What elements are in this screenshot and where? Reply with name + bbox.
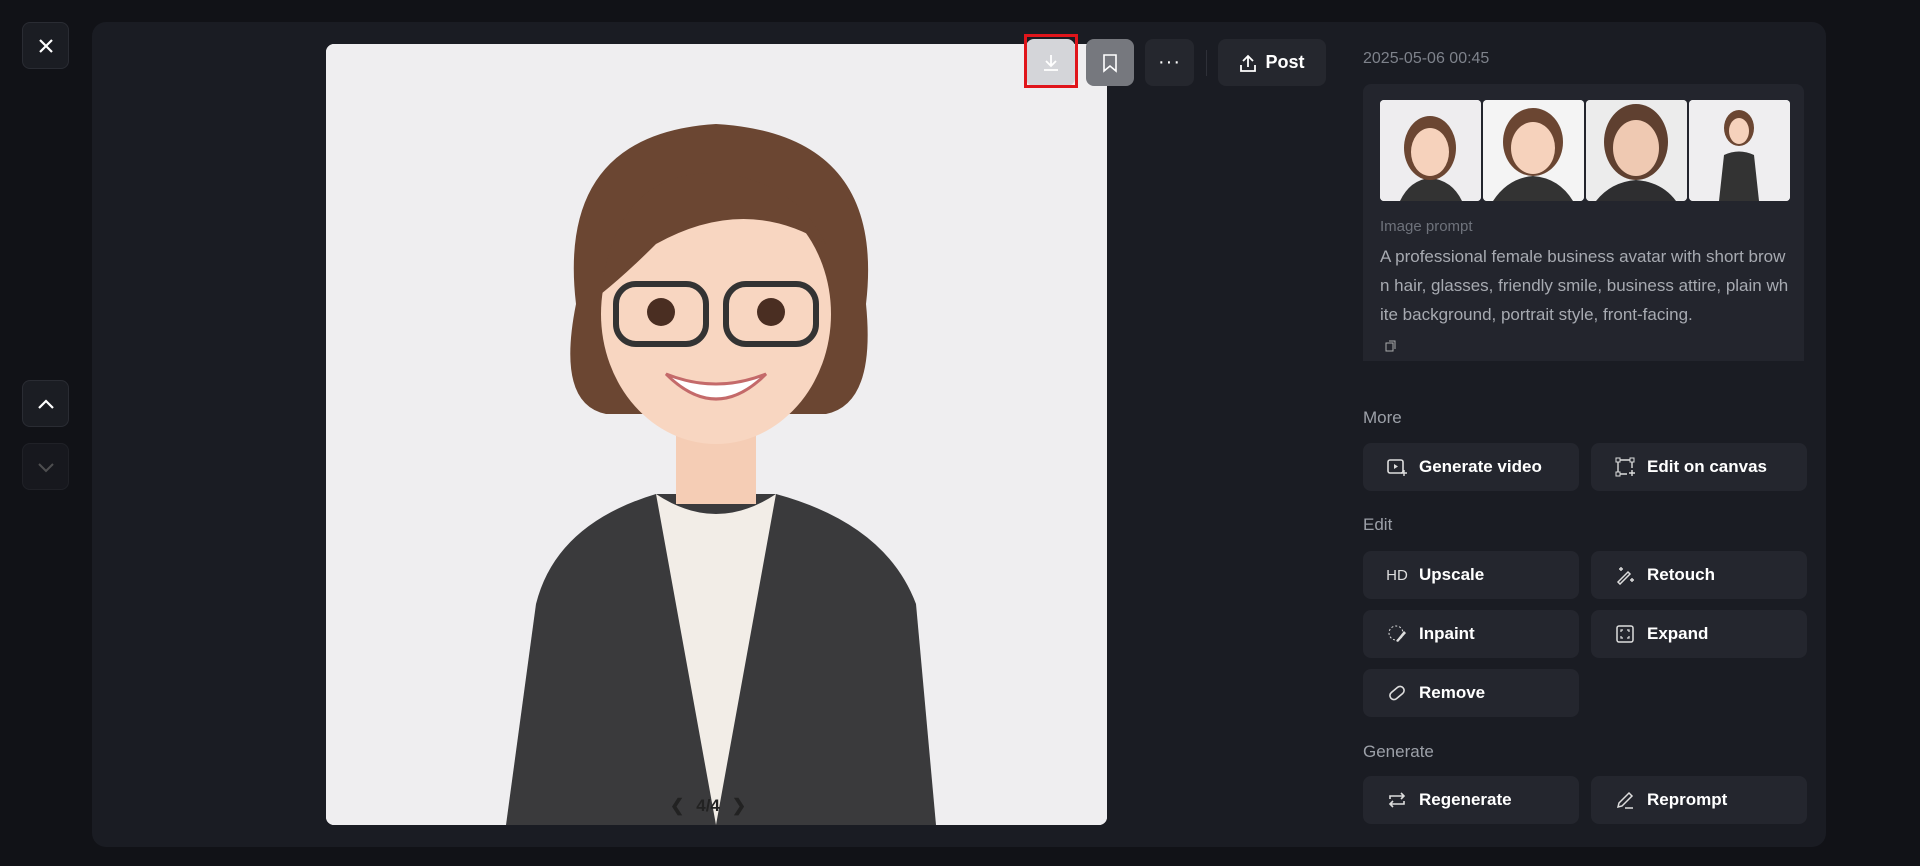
button-label: Retouch xyxy=(1647,565,1715,584)
button-label: Inpaint xyxy=(1419,624,1475,643)
more-dots-icon: ··· xyxy=(1158,51,1181,73)
section-edit-label: Edit xyxy=(1363,515,1393,534)
more-options-button[interactable]: ··· xyxy=(1145,39,1194,86)
eraser-bandage-icon xyxy=(1385,683,1409,703)
page-indicator: 4/4 xyxy=(696,796,720,815)
previous-button[interactable] xyxy=(22,380,69,427)
generated-image: ❮ 4/4 ❯ xyxy=(326,44,1107,825)
chevron-down-icon xyxy=(37,462,54,472)
chevron-up-icon xyxy=(37,398,54,409)
regenerate-button[interactable]: Regenerate xyxy=(1363,776,1579,824)
next-image-button[interactable]: ❯ xyxy=(732,796,746,816)
inpaint-brush-icon xyxy=(1385,624,1409,644)
hd-icon: HD xyxy=(1386,566,1408,584)
button-label: Expand xyxy=(1647,624,1709,643)
edit-on-canvas-button[interactable]: Edit on canvas xyxy=(1591,443,1807,491)
reprompt-button[interactable]: Reprompt xyxy=(1591,776,1807,824)
inpaint-button[interactable]: Inpaint xyxy=(1363,610,1579,658)
thumbnail-3[interactable] xyxy=(1586,100,1687,201)
copy-icon[interactable] xyxy=(1385,340,1397,352)
close-icon xyxy=(38,38,53,53)
creation-date: 2025-05-06 00:45 xyxy=(1363,50,1490,67)
image-pagination: ❮ 4/4 ❯ xyxy=(670,796,746,816)
repeat-icon xyxy=(1385,791,1409,809)
button-label: Generate video xyxy=(1419,457,1542,476)
next-button[interactable] xyxy=(22,443,69,490)
generate-video-button[interactable]: Generate video xyxy=(1363,443,1579,491)
bookmark-icon xyxy=(1103,53,1117,73)
thumbnail-2[interactable] xyxy=(1483,100,1584,201)
button-label: Remove xyxy=(1419,683,1486,702)
post-label: Post xyxy=(1265,52,1305,72)
retouch-button[interactable]: Retouch xyxy=(1591,551,1807,599)
post-button[interactable]: Post xyxy=(1218,39,1326,86)
divider xyxy=(1206,50,1207,76)
upscale-button[interactable]: HD Upscale xyxy=(1363,551,1579,599)
close-button[interactable] xyxy=(22,22,69,69)
prompt-text: A professional female business avatar wi… xyxy=(1380,247,1789,324)
bookmark-button[interactable] xyxy=(1086,39,1134,86)
button-label: Upscale xyxy=(1419,565,1485,584)
button-label: Edit on canvas xyxy=(1647,457,1767,476)
section-more-label: More xyxy=(1363,408,1402,427)
thumbnail-4[interactable] xyxy=(1689,100,1790,201)
prompt-label: Image prompt xyxy=(1380,218,1473,235)
upload-icon xyxy=(1240,54,1257,72)
expand-button[interactable]: Expand xyxy=(1591,610,1807,658)
thumbnail-1[interactable] xyxy=(1380,100,1481,201)
expand-frame-icon xyxy=(1613,625,1637,643)
pencil-icon xyxy=(1613,790,1637,810)
prev-image-button[interactable]: ❮ xyxy=(670,796,684,816)
button-label: Regenerate xyxy=(1419,790,1512,809)
button-label: Reprompt xyxy=(1647,790,1728,809)
highlight-box xyxy=(1024,34,1078,88)
section-generate-label: Generate xyxy=(1363,742,1434,761)
magic-wand-icon xyxy=(1613,565,1637,585)
remove-button[interactable]: Remove xyxy=(1363,669,1579,717)
prompt-card: Image prompt A professional female busin… xyxy=(1363,84,1804,361)
canvas-transform-icon xyxy=(1613,457,1637,477)
video-sparkle-icon xyxy=(1385,458,1409,476)
